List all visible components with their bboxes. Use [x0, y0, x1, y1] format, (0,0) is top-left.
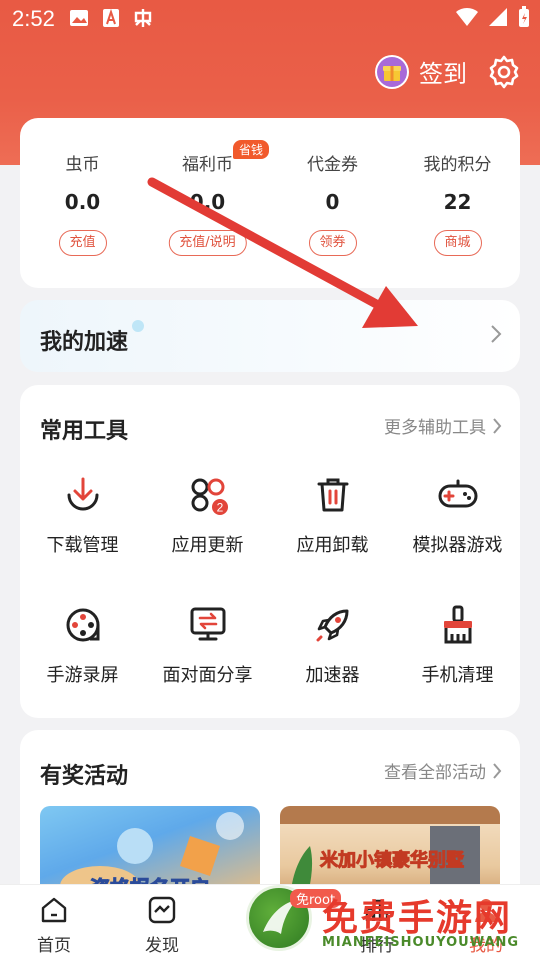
wallet-value: 0	[325, 190, 340, 214]
more-tools-link[interactable]: 更多辅助工具	[384, 413, 502, 438]
image-icon	[68, 8, 90, 28]
gift-icon	[375, 54, 409, 89]
nav-discover[interactable]: 发现	[127, 895, 197, 956]
rocket-icon	[316, 609, 348, 642]
view-all-label: 查看全部活动	[384, 763, 486, 783]
sparkle-icon	[132, 320, 144, 332]
bug-logo-icon	[132, 8, 154, 28]
wallet-value: 0.0	[64, 190, 101, 214]
wallet-card: 虫币 0.0 充值 福利币 0.0 充值/说明 省钱 代金券 0 领券 我的积分…	[20, 118, 520, 288]
wallet-label: 代金券	[307, 155, 358, 175]
activity-banner-2-text: 米加小镇豪华别墅	[320, 850, 465, 872]
tool-label: 模拟器游戏	[412, 535, 503, 556]
tool-label: 应用卸载	[296, 535, 369, 556]
gear-icon[interactable]	[486, 54, 522, 90]
activities-title: 有奖活动	[40, 764, 129, 789]
tool-label: 面对面分享	[162, 665, 253, 686]
film-reel-icon	[66, 608, 99, 642]
my-accelerate-card[interactable]: 我的加速	[20, 300, 520, 372]
claim-voucher-button[interactable]: 领券	[308, 230, 357, 256]
gamepad-icon	[438, 479, 477, 508]
watermark-subtitle: MIANFEISHOUYOUWANG	[322, 935, 520, 950]
font-a-icon	[100, 8, 122, 28]
recharge-button[interactable]: 充值	[58, 230, 107, 256]
watermark-overlay: 免root 免费手游网 MIANFEISHOUYOUWANG	[238, 883, 540, 960]
recharge-info-button[interactable]: 充值/说明	[168, 230, 247, 256]
wallet-label: 虫币	[65, 155, 100, 175]
tool-accelerator[interactable]: 加速器	[270, 603, 395, 687]
save-money-badge: 省钱	[233, 140, 270, 159]
nav-label: 首页	[37, 936, 71, 956]
trash-icon	[317, 478, 348, 512]
wifi-icon	[456, 7, 478, 27]
status-time: 2:52	[12, 6, 55, 31]
nav-home[interactable]: 首页	[19, 895, 89, 956]
tool-app-uninstall[interactable]: 应用卸载	[270, 473, 395, 557]
status-bar: 2:52	[0, 0, 540, 38]
signin-button[interactable]: 签到	[375, 54, 467, 89]
tool-label: 手游录屏	[46, 665, 119, 686]
tool-phone-cleanup[interactable]: 手机清理	[395, 603, 520, 687]
tool-label: 手机清理	[421, 665, 494, 686]
watermark-title: 免费手游网	[322, 898, 513, 939]
apps-update-icon: 2	[191, 478, 228, 515]
my-accelerate-title: 我的加速	[40, 330, 129, 355]
chevron-right-icon	[493, 417, 502, 434]
tool-screen-record[interactable]: 手游录屏	[20, 603, 145, 687]
view-all-activities-link[interactable]: 查看全部活动	[384, 758, 502, 783]
battery-icon	[519, 6, 529, 27]
more-tools-label: 更多辅助工具	[384, 418, 486, 438]
home-icon	[41, 897, 67, 923]
nav-label: 发现	[145, 936, 179, 956]
mall-button[interactable]: 商城	[433, 230, 482, 256]
chevron-right-icon	[491, 325, 502, 343]
wallet-label: 我的积分	[423, 155, 492, 175]
tool-face-to-face-share[interactable]: 面对面分享	[145, 603, 270, 687]
signal-icon	[489, 8, 507, 26]
tool-download-manager[interactable]: 下载管理	[20, 473, 145, 557]
tool-emulator-games[interactable]: 模拟器游戏	[395, 473, 520, 557]
tool-app-update[interactable]: 2 应用更新	[145, 473, 270, 557]
tool-label: 应用更新	[171, 535, 244, 556]
common-tools-card: 常用工具 更多辅助工具 下载管理 2 应用更新 应用卸载 模拟器游戏 手游录屏 …	[20, 385, 520, 718]
tool-label: 下载管理	[46, 535, 119, 556]
discover-icon	[148, 896, 176, 924]
wallet-value: 0.0	[189, 190, 226, 214]
chevron-right-icon	[493, 762, 502, 779]
wallet-value: 22	[443, 190, 472, 214]
update-count-badge: 2	[216, 501, 223, 515]
transfer-icon	[190, 607, 225, 641]
tool-label: 加速器	[305, 665, 360, 686]
download-icon	[67, 477, 98, 511]
signin-label: 签到	[419, 60, 467, 88]
broom-icon	[443, 605, 472, 644]
common-tools-title: 常用工具	[40, 419, 129, 444]
